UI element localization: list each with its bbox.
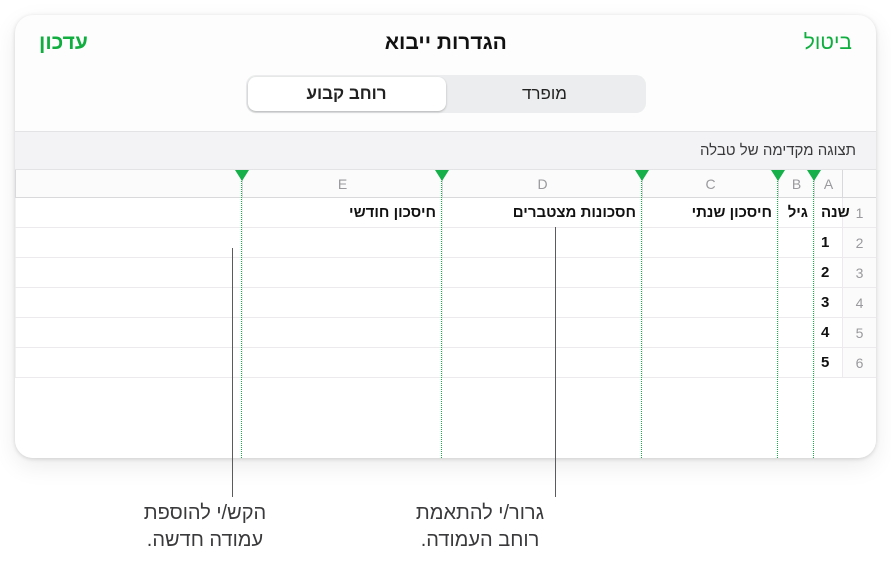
cell[interactable] (442, 228, 642, 257)
cell[interactable]: 3 (814, 288, 842, 317)
row-number: 6 (842, 348, 876, 377)
table-row: 6 5 (15, 348, 876, 378)
panel-header: ביטול הגדרות ייבוא עדכון (15, 15, 876, 65)
segment-delimited[interactable]: מופרד (446, 77, 644, 111)
segment-fixed-width[interactable]: רוחב קבוע (248, 77, 446, 111)
callout-leader (555, 227, 556, 497)
table-row: 3 2 (15, 258, 876, 288)
cell[interactable] (778, 228, 814, 257)
table-row: 1 שנה גיל חיסכון שנתי חסכונות מצטברים חי… (15, 198, 876, 228)
cell[interactable]: 4 (814, 318, 842, 347)
table-row: 2 1 (15, 228, 876, 258)
row-number: 3 (842, 258, 876, 287)
row-number: 4 (842, 288, 876, 317)
panel-title: הגדרות ייבוא (385, 31, 507, 55)
cell[interactable]: חסכונות מצטברים (442, 198, 642, 227)
table-row: 4 3 (15, 288, 876, 318)
cell[interactable] (642, 228, 778, 257)
mode-segmented-control[interactable]: מופרד רוחב קבוע (246, 75, 646, 113)
column-divider-handle[interactable] (807, 170, 821, 181)
cell[interactable]: גיל (778, 198, 814, 227)
cell[interactable]: שנה (814, 198, 842, 227)
column-header-D[interactable]: D (442, 170, 642, 197)
update-button[interactable]: עדכון (39, 31, 88, 55)
callout-tap-text: הקש/י להוספת עמודה חדשה. (105, 500, 305, 554)
preview-section-label: תצוגה מקדימה של טבלה (15, 131, 876, 170)
cell[interactable] (242, 228, 442, 257)
callout-leader (232, 248, 233, 497)
column-divider-handle[interactable] (235, 170, 249, 181)
cell[interactable]: חיסכון חודשי (242, 198, 442, 227)
cell[interactable]: 1 (814, 228, 842, 257)
column-header-E[interactable]: E (242, 170, 442, 197)
column-divider-handle[interactable] (435, 170, 449, 181)
column-header-C[interactable]: C (642, 170, 778, 197)
table-row: 5 4 (15, 318, 876, 348)
row-number: 2 (842, 228, 876, 257)
callout-drag-text: גרור/י להתאמת רוחב העמודה. (380, 500, 580, 554)
import-settings-panel: ביטול הגדרות ייבוא עדכון מופרד רוחב קבוע… (15, 15, 876, 458)
table-preview: A B C D E 1 שנה גיל (15, 170, 876, 458)
column-divider-handle[interactable] (635, 170, 649, 181)
corner-cell (842, 170, 876, 197)
cell[interactable]: 2 (814, 258, 842, 287)
column-divider-handle[interactable] (771, 170, 785, 181)
cell[interactable]: 5 (814, 348, 842, 377)
row-number: 5 (842, 318, 876, 347)
cell[interactable]: חיסכון שנתי (642, 198, 778, 227)
cancel-button[interactable]: ביטול (804, 31, 852, 55)
